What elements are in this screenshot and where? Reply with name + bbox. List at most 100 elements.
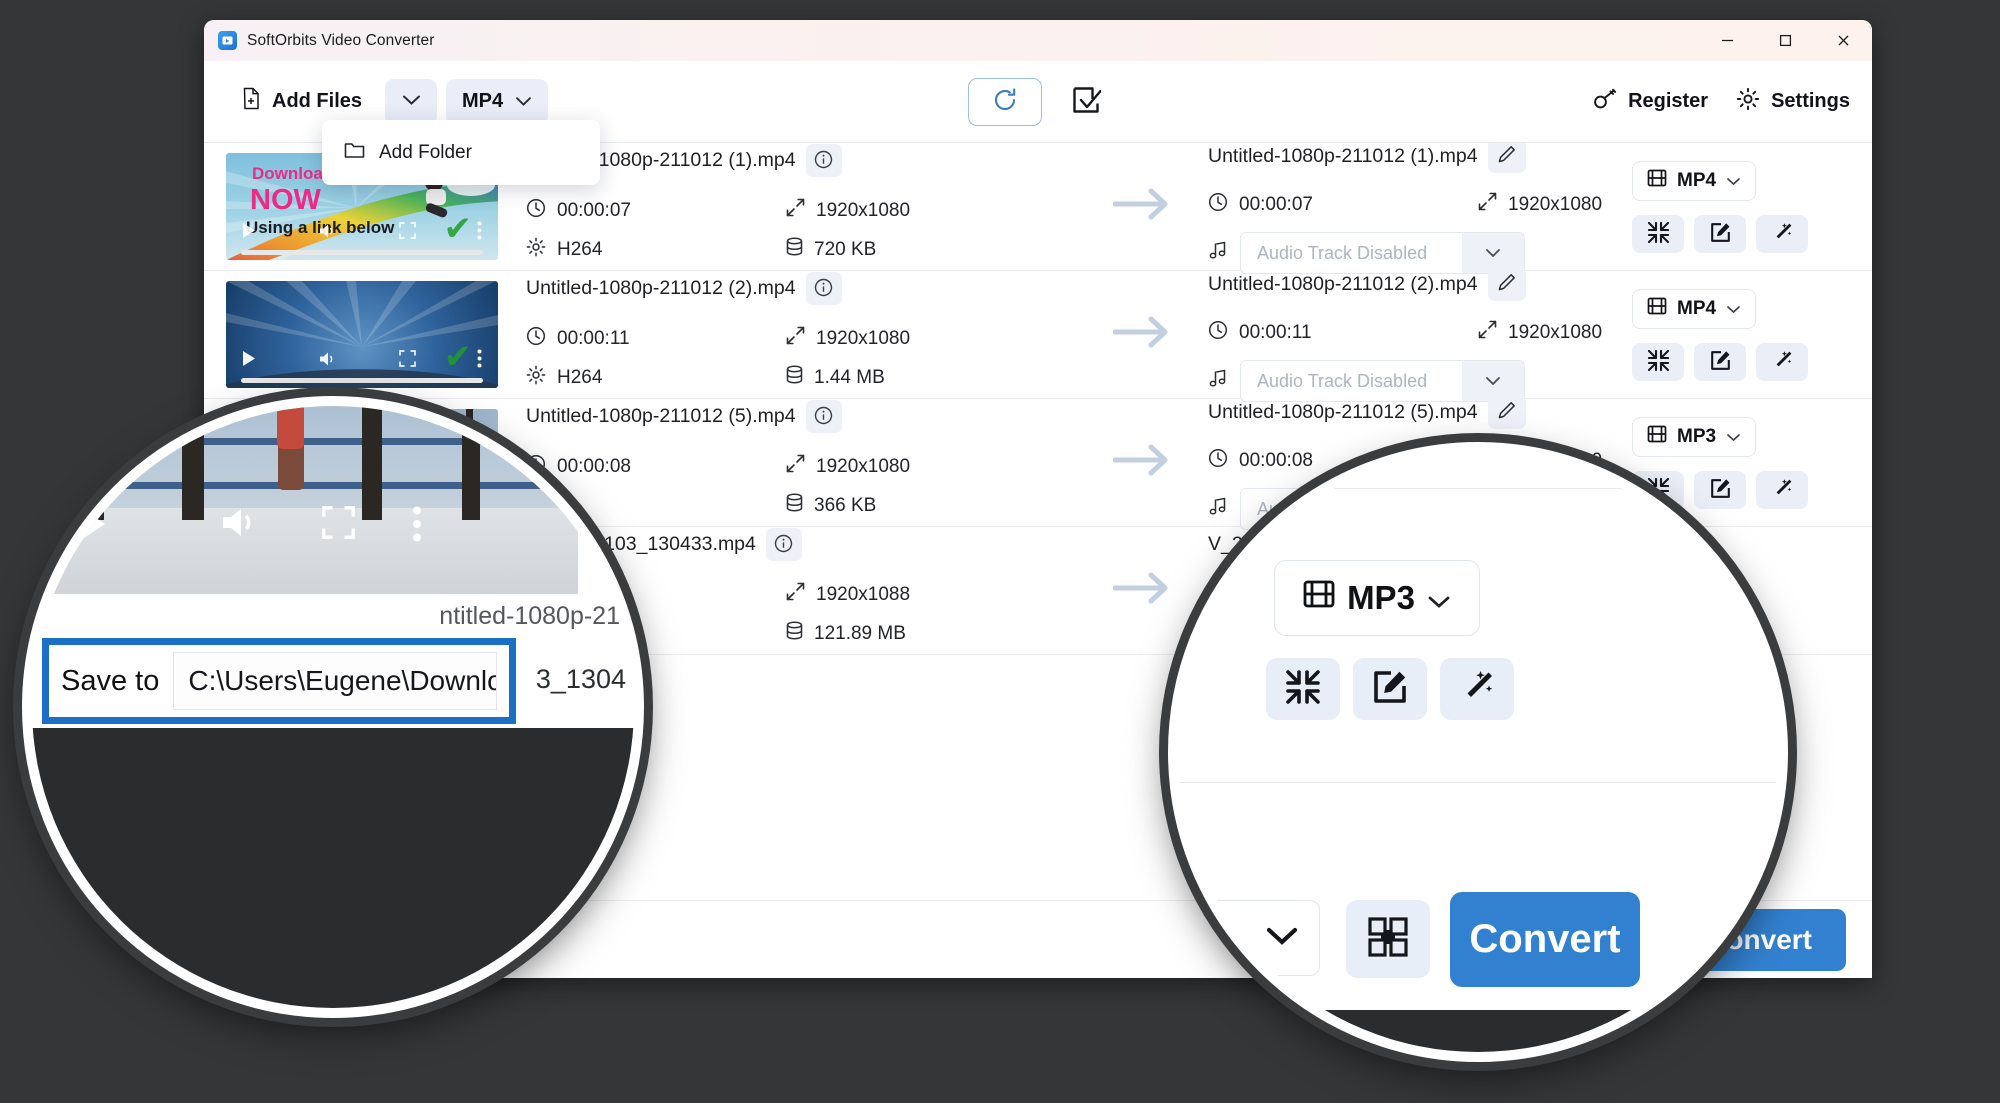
play-icon[interactable] <box>78 506 108 542</box>
chevron-down-icon <box>1427 579 1451 617</box>
desktop-background <box>1178 1010 1778 1052</box>
compress-button-zoom[interactable] <box>1266 658 1340 720</box>
edit-button[interactable] <box>1694 342 1746 381</box>
info-button[interactable] <box>765 528 802 561</box>
key-icon <box>1593 88 1617 116</box>
add-files-button[interactable]: Add Files <box>226 78 377 125</box>
thumbnail-progress-bar[interactable] <box>241 250 483 255</box>
close-button[interactable] <box>1814 20 1872 61</box>
edit-button-zoom[interactable] <box>1353 658 1427 720</box>
source-resolution: 1920x1080 <box>786 447 1046 486</box>
merge-button-zoom[interactable] <box>1346 900 1430 978</box>
info-button[interactable] <box>805 400 842 433</box>
enhance-button[interactable] <box>1756 342 1808 381</box>
row-format-dropdown[interactable]: MP4 <box>1632 288 1757 329</box>
play-icon[interactable] <box>242 222 257 244</box>
target-resolution-value: 1920x1080 <box>1508 193 1603 215</box>
more-vertical-icon[interactable] <box>477 349 482 373</box>
volume-icon[interactable] <box>318 351 337 372</box>
volume-icon[interactable] <box>318 223 337 244</box>
magic-wand-icon <box>1772 350 1793 374</box>
source-size: 1.44 MB <box>786 358 1046 397</box>
winter-park-video-zoom <box>32 406 578 594</box>
global-format-dropdown[interactable]: MP4 <box>446 78 549 125</box>
audio-track-value: Audio Track Disabled <box>1257 242 1428 263</box>
ghost-filename-bottom: 3_1304 <box>535 664 626 694</box>
thumbnail-progress-bar[interactable] <box>241 378 483 383</box>
compress-button[interactable] <box>1632 214 1684 253</box>
add-files-dropdown-menu[interactable]: Add Folder <box>322 120 600 185</box>
rename-button[interactable] <box>1487 395 1526 429</box>
arrow-right-icon <box>1112 315 1173 354</box>
gear-icon <box>526 365 546 391</box>
compress-button[interactable] <box>1632 342 1684 381</box>
source-info: Untitled-1080p-211012 (2).mp4 00:00:11 1… <box>498 272 1078 397</box>
target-resolution: 1920x1080 <box>1478 185 1602 224</box>
more-vertical-icon[interactable] <box>412 506 422 542</box>
target-file-name: Untitled-1080p-211012 (5).mp4 <box>1208 400 1478 423</box>
row-format-dropdown-zoom[interactable]: MP3 <box>1274 560 1480 636</box>
resize-arrows-icon <box>786 198 805 223</box>
source-resolution: 1920x1088 <box>786 575 1046 614</box>
source-size: 121.89 MB <box>786 614 1046 653</box>
source-resolution-value: 1920x1088 <box>816 583 911 605</box>
source-resolution-value: 1920x1080 <box>816 327 911 349</box>
blue-radial-thumbnail[interactable]: ✔ <box>226 281 498 388</box>
gear-icon <box>1736 87 1760 117</box>
source-duration-value: 00:00:07 <box>557 199 631 221</box>
source-codec-value: H264 <box>557 366 603 388</box>
film-strip-icon <box>1647 424 1667 450</box>
clock-icon <box>1208 320 1228 346</box>
fullscreen-icon[interactable] <box>398 350 416 372</box>
rename-button[interactable] <box>1487 267 1526 301</box>
table-row[interactable]: ✔ Untitled-1080p-211012 (2).mp4 00:00:11 <box>204 267 1872 402</box>
global-format-label: MP4 <box>462 90 504 112</box>
row-actions: MP4 <box>1620 160 1850 253</box>
resize-arrows-icon <box>786 326 805 351</box>
fullscreen-icon[interactable] <box>322 506 355 539</box>
open-action-select-zoom[interactable] <box>1178 900 1320 976</box>
refresh-button[interactable] <box>968 77 1042 126</box>
row-format-dropdown[interactable]: MP3 <box>1632 416 1757 457</box>
toolbar-left-group: Add Files MP4 <box>226 78 549 125</box>
ghost-filename: ntitled-1080p-21 <box>439 602 620 630</box>
row-actions: MP4 <box>1620 288 1850 381</box>
fullscreen-icon[interactable] <box>398 222 416 244</box>
convert-button-zoom[interactable]: Convert <box>1450 892 1640 987</box>
database-icon <box>786 365 803 390</box>
source-resolution: 1920x1080 <box>786 191 1046 230</box>
more-vertical-icon[interactable] <box>477 221 482 245</box>
conversion-arrow <box>1078 315 1208 354</box>
info-button[interactable] <box>805 272 842 305</box>
add-files-dropdown-button[interactable] <box>385 78 438 125</box>
source-duration: 00:00:07 <box>526 191 786 230</box>
register-button[interactable]: Register <box>1593 88 1708 116</box>
volume-icon[interactable] <box>220 506 258 539</box>
maximize-button[interactable] <box>1756 20 1814 61</box>
save-to-input[interactable]: C:\Users\Eugene\Downloads <box>173 652 497 710</box>
video-converter-icon <box>218 31 237 50</box>
compress-icon <box>1286 669 1320 709</box>
format-label-zoom: MP3 <box>1347 579 1415 616</box>
rename-button[interactable] <box>1487 143 1526 173</box>
compress-icon <box>1647 349 1669 374</box>
edit-button[interactable] <box>1694 214 1746 253</box>
play-icon[interactable] <box>242 350 257 372</box>
settings-label: Settings <box>1771 90 1850 112</box>
select-all-button[interactable] <box>1064 80 1108 124</box>
source-resolution-value: 1920x1080 <box>816 199 911 221</box>
settings-button[interactable]: Settings <box>1736 87 1850 117</box>
minimize-button[interactable] <box>1698 20 1756 61</box>
enhance-button[interactable] <box>1756 214 1808 253</box>
svg-text:NOW: NOW <box>250 184 322 216</box>
conversion-arrow <box>1078 187 1208 226</box>
enhance-button-zoom[interactable] <box>1440 658 1514 720</box>
clock-icon <box>526 326 546 352</box>
arrow-right-icon <box>1112 571 1173 610</box>
row-format-dropdown[interactable]: MP4 <box>1632 160 1757 201</box>
info-button[interactable] <box>805 144 842 177</box>
add-folder-label: Add Folder <box>379 141 472 163</box>
magnifier-left: ntitled-1080p-21 Save to C:\Users\Eugene… <box>22 396 644 1018</box>
save-to-label: Save to <box>61 664 160 697</box>
source-size-value: 1.44 MB <box>814 366 885 388</box>
